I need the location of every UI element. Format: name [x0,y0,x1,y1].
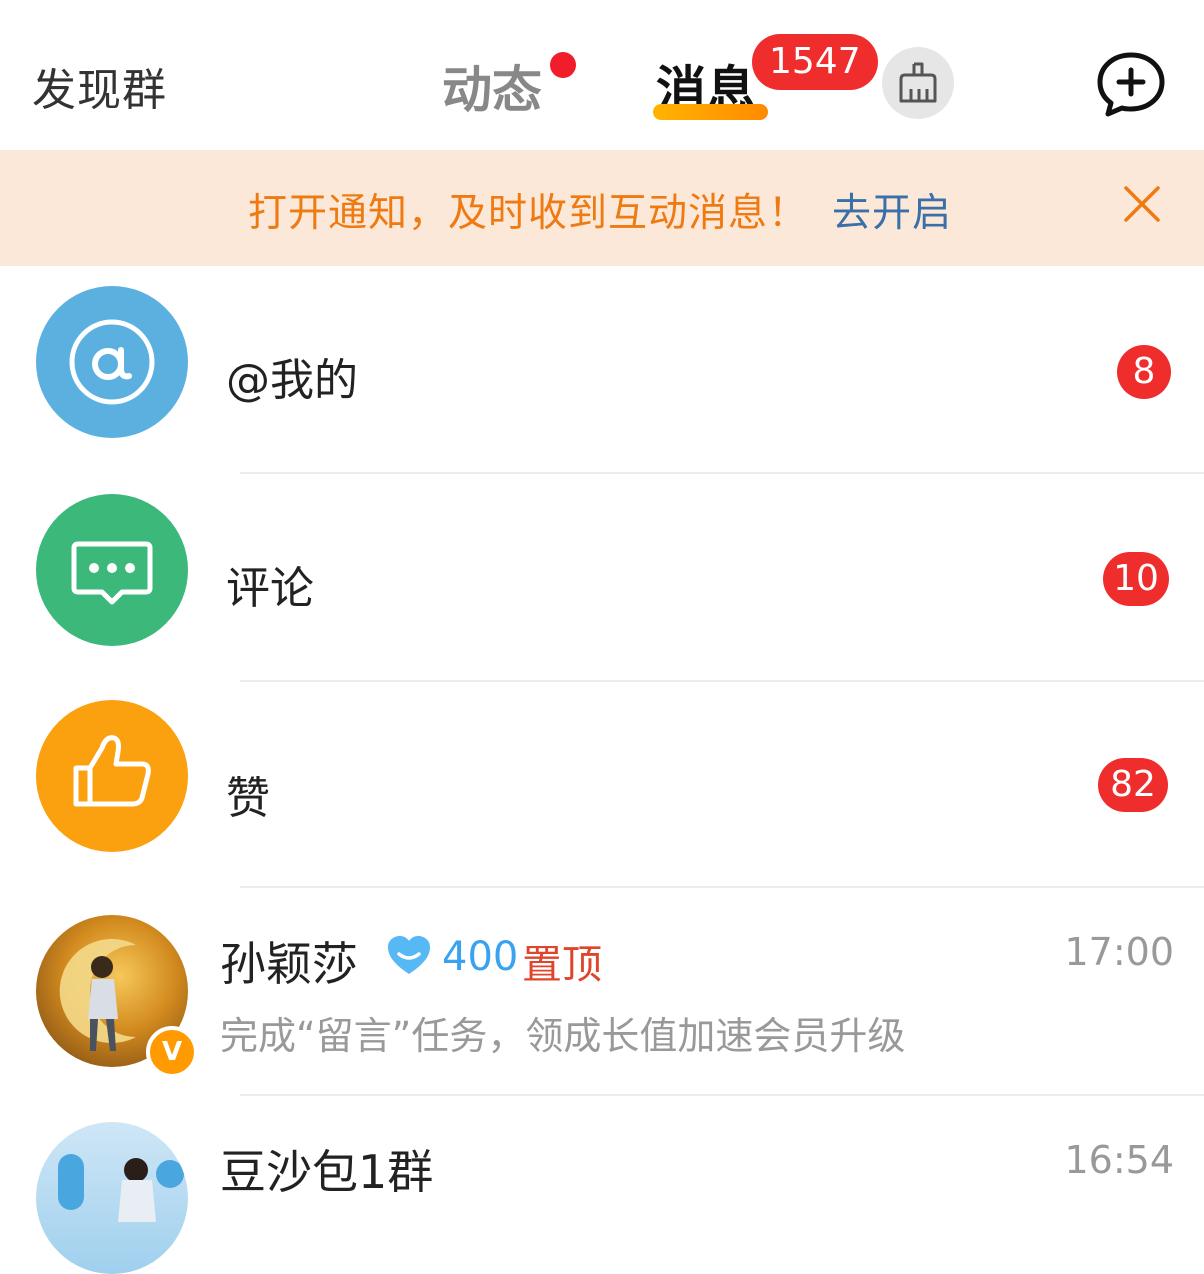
comment-icon-circle [36,494,188,646]
chat-time: 16:54 [1064,1138,1174,1182]
broom-icon [899,62,937,103]
likes-label: 赞 [226,773,270,824]
unread-dot [550,52,576,78]
enable-notifications-link[interactable]: 去开启 [832,182,952,238]
clear-unread-button[interactable] [882,47,954,119]
fan-level: 400 [442,934,519,980]
discover-groups-button[interactable]: 发现群 [32,54,167,118]
at-icon-circle [36,286,188,438]
list-item-comments[interactable]: 评论 10 [0,474,1204,682]
mentions-label: @我的 [226,355,358,406]
comments-label: 评论 [226,563,314,614]
comments-count-badge: 10 [1103,552,1169,606]
pinned-tag: 置顶 [522,942,602,988]
comment-icon [71,541,153,605]
close-icon[interactable] [1122,184,1162,224]
new-chat-button[interactable] [1094,50,1168,120]
chat-name: 豆沙包1群 [220,1145,434,1199]
active-tab-indicator [653,104,768,120]
list-item-likes[interactable]: 赞 82 [0,682,1204,888]
likes-count-badge: 82 [1098,758,1168,812]
chat-preview: 完成“留言”任务，领成长值加速会员升级 [220,1014,906,1058]
thumbs-up-icon [73,735,151,807]
avatar-image [58,1154,184,1222]
mentions-count-badge: 8 [1117,345,1171,399]
fan-heart-icon [388,936,430,974]
tab-dynamic[interactable]: 动态 [442,50,542,122]
notice-text: 打开通知，及时收到互动消息！ [248,191,809,236]
top-bar: 发现群 动态 消息 1547 [0,0,1204,150]
avatar[interactable] [36,1122,188,1274]
messages-count-badge: 1547 [752,34,878,90]
at-icon [69,319,155,405]
verified-badge: V [146,1026,198,1078]
chat-name: 孙颖莎 [220,937,358,991]
list-item-mentions[interactable]: @我的 8 [0,266,1204,474]
notification-banner: 打开通知，及时收到互动消息！ 去开启 [0,150,1204,266]
chat-time: 17:00 [1064,930,1174,974]
chat-plus-icon [1097,52,1165,117]
like-icon-circle [36,700,188,852]
